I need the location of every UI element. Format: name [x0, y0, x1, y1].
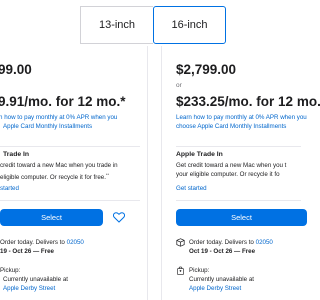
- left-apr-link-line2[interactable]: Apple Card Monthly Installments: [3, 122, 92, 131]
- left-trade-in-line1: credit toward a new Mac when you trade i…: [0, 162, 118, 169]
- shipping-box-icon: [176, 238, 185, 247]
- right-select-button[interactable]: Select: [176, 209, 307, 226]
- left-zip-link[interactable]: 02050: [67, 239, 84, 246]
- left-price: 99.00: [0, 62, 32, 77]
- heart-icon[interactable]: [113, 212, 125, 223]
- left-pickup-label: Pickup:: [0, 267, 21, 274]
- left-apr-link-line1[interactable]: rn how to pay monthly at 0% APR when you: [0, 113, 117, 122]
- left-trade-in-line2: eligible computer. Or recycle it for fre…: [0, 172, 110, 182]
- tab-16-inch[interactable]: 16-inch: [153, 6, 226, 44]
- tab-16-inch-label: 16-inch: [171, 19, 208, 31]
- right-trade-in-line1: Get credit toward a new Mac when you t: [176, 162, 287, 169]
- tab-13-inch-label: 13-inch: [98, 19, 136, 31]
- right-store-link[interactable]: Apple Derby Street: [189, 284, 241, 293]
- left-store-link[interactable]: Apple Derby Street: [3, 284, 55, 293]
- right-trade-in-line2: your eligible computer. Or recycle it fo: [176, 171, 280, 178]
- right-product-panel: $2,799.00 or $233.25/mo. for 12 mo. Lear…: [161, 46, 320, 300]
- left-product-panel: 99.00 9.91/mo. for 12 mo.* rn how to pay…: [0, 46, 148, 300]
- right-apr-link-line1[interactable]: Learn how to pay monthly at 0% APR when …: [176, 113, 307, 122]
- right-apr-link-line2[interactable]: choose Apple Card Monthly Installments: [176, 122, 286, 131]
- store-pickup-icon: [177, 266, 184, 275]
- right-or-text: or: [176, 82, 182, 89]
- right-delivery-line: Order today. Delivers to 02050: [189, 239, 273, 246]
- left-monthly-price: 9.91/mo. for 12 mo.*: [0, 94, 126, 109]
- right-get-started-link[interactable]: Get started: [176, 184, 207, 193]
- left-select-label: Select: [41, 213, 62, 222]
- left-get-started-link[interactable]: started: [0, 184, 19, 193]
- right-pickup-label: Pickup:: [189, 267, 210, 274]
- right-zip-link[interactable]: 02050: [256, 239, 273, 246]
- left-trade-in-footnote: **: [105, 172, 110, 177]
- right-divider-2: [176, 200, 301, 201]
- right-delivery-dates: Oct 19 - Oct 26 — Free: [189, 248, 256, 255]
- right-price: $2,799.00: [176, 62, 237, 77]
- left-delivery-dates: 19 - Oct 26 — Free: [0, 248, 54, 255]
- right-pickup-status: Currently unavailable at: [189, 276, 255, 283]
- left-divider-1: [0, 146, 140, 147]
- left-trade-in-heading: Trade In: [3, 151, 30, 158]
- left-delivery-line: Order today. Delivers to 02050: [0, 239, 84, 246]
- left-select-button[interactable]: Select: [0, 209, 103, 226]
- right-monthly-price: $233.25/mo. for 12 mo.: [176, 94, 320, 109]
- left-divider-2: [0, 200, 140, 201]
- right-select-label: Select: [231, 213, 252, 222]
- left-pickup-status: Currently unavailable at: [3, 276, 69, 283]
- tab-13-inch[interactable]: 13-inch: [80, 6, 153, 44]
- right-divider-1: [176, 146, 301, 147]
- right-trade-in-heading: Apple Trade In: [176, 151, 223, 158]
